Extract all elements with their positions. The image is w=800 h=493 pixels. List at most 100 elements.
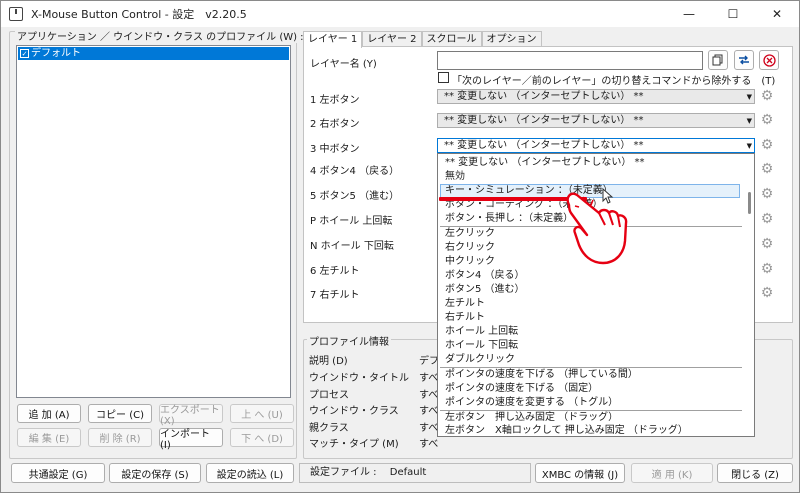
button4-label: 4 ボタン4 （戻る） <box>310 166 400 177</box>
description-label: 説明 (D) <box>309 356 348 367</box>
dropdown-option[interactable]: ボタン・長押し ：（未定義） <box>445 212 573 225</box>
exclude-layer-label: 「次のレイヤー／前のレイヤー」の切り替えコマンドから除外する (T) <box>452 76 776 87</box>
list-item[interactable]: ✓ デフォルト <box>18 47 289 60</box>
swap-layer-button[interactable] <box>734 50 754 70</box>
dropdown-arrow-icon: ▼ <box>746 142 752 150</box>
move-down-button[interactable]: 下 へ (D) <box>230 428 294 447</box>
right-button-action-select[interactable]: ** 変更しない （インターセプトしない） ** ▼ <box>437 113 755 128</box>
layer-name-label: レイヤー名 (Y) <box>310 59 377 70</box>
process-value: すべ <box>419 390 439 401</box>
settings-file-status: 設定ファイル : Default <box>299 463 531 483</box>
process-label: プロセス <box>309 390 349 401</box>
reset-layer-button[interactable] <box>759 50 779 70</box>
dropdown-option[interactable]: ポインタの速度を変更する （トグル） <box>445 396 618 409</box>
select-value: ** 変更しない （インターセプトしない） ** <box>444 91 644 102</box>
dropdown-option[interactable]: 中クリック <box>445 255 495 268</box>
swap-arrows-icon <box>739 55 749 65</box>
tab-options[interactable]: オプション <box>481 31 542 47</box>
wheel-up-label: P ホイール 上回転 <box>310 216 393 227</box>
gear-icon[interactable]: ⚙ <box>760 262 774 276</box>
dropdown-arrow-icon: ▼ <box>746 93 752 101</box>
profile-item-label: デフォルト <box>31 48 81 59</box>
common-settings-button[interactable]: 共通設定 (G) <box>11 463 105 483</box>
dropdown-option[interactable]: ホイール 上回転 <box>445 325 518 338</box>
window-title: X-Mouse Button Control - 設定 v2.20.5 <box>31 8 247 21</box>
save-settings-button[interactable]: 設定の保存 (S) <box>109 463 201 483</box>
select-value: ** 変更しない （インターセプトしない） ** <box>444 115 644 126</box>
profile-info-label: プロファイル情報 <box>307 333 391 348</box>
copy-layer-button[interactable] <box>708 50 728 70</box>
settings-window: X-Mouse Button Control - 設定 v2.20.5 — ☐ … <box>0 0 800 493</box>
delete-profile-button[interactable]: 削 除 (R) <box>88 428 152 447</box>
dropdown-option[interactable]: 無効 <box>445 170 465 183</box>
tab-layer-2[interactable]: レイヤー 2 <box>362 31 422 47</box>
exclude-layer-checkbox[interactable] <box>438 72 449 83</box>
copy-profile-button[interactable]: コピー (C) <box>88 404 152 423</box>
window-title-label: ウインドウ・タイトル <box>309 373 409 384</box>
dropdown-option[interactable]: 左ボタン 押し込み固定 （ドラッグ） <box>445 411 618 424</box>
close-window-button[interactable]: ✕ <box>755 1 799 27</box>
gear-icon[interactable]: ⚙ <box>760 162 774 176</box>
middle-button-action-select[interactable]: ** 変更しない （インターセプトしない） ** ▼ <box>437 138 755 153</box>
dropdown-option[interactable]: ポインタの速度を下げる （押している間） <box>445 368 638 381</box>
wheel-down-label: N ホイール 下回転 <box>310 241 394 252</box>
dropdown-option[interactable]: ** 変更しない （インターセプトしない） ** <box>445 156 645 169</box>
gear-icon[interactable]: ⚙ <box>760 286 774 300</box>
gear-icon[interactable]: ⚙ <box>760 187 774 201</box>
move-up-button[interactable]: 上 へ (U) <box>230 404 294 423</box>
apply-button[interactable]: 適 用 (K) <box>631 463 713 483</box>
gear-icon[interactable]: ⚙ <box>760 138 774 152</box>
gear-icon[interactable]: ⚙ <box>760 113 774 127</box>
dropdown-option[interactable]: 左クリック <box>445 227 495 240</box>
right-button-label: 2 右ボタン <box>310 119 360 130</box>
tilt-right-label: 7 右チルト <box>310 290 360 301</box>
match-type-label: マッチ・タイプ (M) <box>309 439 399 450</box>
tilt-left-label: 6 左チルト <box>310 266 360 277</box>
checkmark-icon[interactable]: ✓ <box>20 49 29 58</box>
title-bar: X-Mouse Button Control - 設定 v2.20.5 — ☐ … <box>1 1 799 27</box>
window-class-value: すべ <box>419 406 439 417</box>
close-button[interactable]: 閉じる (Z) <box>717 463 793 483</box>
copy-icon <box>712 54 723 66</box>
dropdown-option[interactable]: ボタン4 （戻る） <box>445 269 525 282</box>
button5-label: 5 ボタン5 （進む） <box>310 191 400 202</box>
window-class-label: ウインドウ・クラス <box>309 406 399 417</box>
tab-layer-1[interactable]: レイヤー 1 <box>303 31 363 48</box>
gear-icon[interactable]: ⚙ <box>760 89 774 103</box>
left-button-label: 1 左ボタン <box>310 95 360 106</box>
profile-list[interactable]: ✓ デフォルト <box>16 45 291 398</box>
maximize-button[interactable]: ☐ <box>711 1 755 27</box>
layer-name-input[interactable] <box>437 51 703 70</box>
pointing-hand-icon <box>566 187 628 265</box>
left-button-action-select[interactable]: ** 変更しない （インターセプトしない） ** ▼ <box>437 89 755 104</box>
settings-file-value: Default <box>389 467 427 478</box>
middle-button-label: 3 中ボタン <box>310 144 360 155</box>
match-type-value: すべ <box>419 439 439 450</box>
dropdown-option[interactable]: 右チルト <box>445 311 485 324</box>
import-profile-button[interactable]: インポート (I) <box>159 428 223 451</box>
settings-file-label: 設定ファイル : <box>310 467 377 478</box>
dropdown-option[interactable]: 左チルト <box>445 297 485 310</box>
gear-icon[interactable]: ⚙ <box>760 237 774 251</box>
mouse-icon <box>9 7 23 21</box>
tab-scroll[interactable]: スクロール <box>421 31 482 47</box>
dropdown-arrow-icon: ▼ <box>746 117 752 125</box>
gear-icon[interactable]: ⚙ <box>760 212 774 226</box>
dropdown-option[interactable]: 右クリック <box>445 241 495 254</box>
dropdown-option[interactable]: 左ボタン X軸ロックして 押し込み固定 （ドラッグ） <box>445 424 688 436</box>
dropdown-option[interactable]: ボタン5 （進む） <box>445 283 525 296</box>
parent-class-label: 親クラス <box>309 423 349 434</box>
xmbc-info-button[interactable]: XMBC の情報 (J) <box>535 463 625 483</box>
dropdown-option[interactable]: ホイール 下回転 <box>445 339 518 352</box>
parent-class-value: すべ <box>419 423 439 434</box>
layer-tabs: レイヤー 1 レイヤー 2 スクロール オプション <box>303 31 542 48</box>
scrollbar-thumb[interactable] <box>748 192 751 214</box>
edit-profile-button[interactable]: 編 集 (E) <box>17 428 81 447</box>
load-settings-button[interactable]: 設定の読込 (L) <box>206 463 294 483</box>
dropdown-option[interactable]: ポインタの速度を下げる （固定） <box>445 382 598 395</box>
add-profile-button[interactable]: 追 加 (A) <box>17 404 81 423</box>
export-profile-button[interactable]: エクスポート (X) <box>159 404 223 427</box>
window-title-value: すべ <box>419 373 439 384</box>
dropdown-option[interactable]: ダブルクリック <box>445 353 515 366</box>
minimize-button[interactable]: — <box>667 1 711 27</box>
